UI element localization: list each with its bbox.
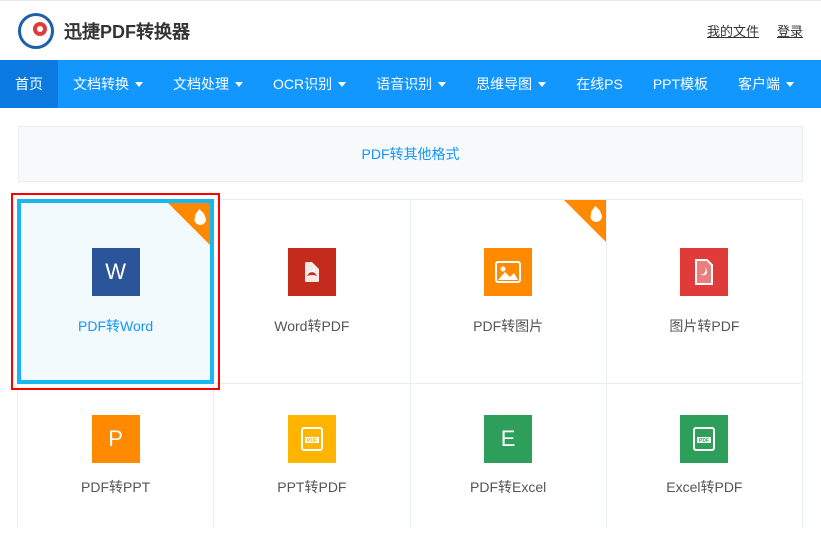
card-ppt-to-pdf[interactable]: PDF PPT转PDF xyxy=(213,383,410,528)
main: PDF转其他格式 W PDF转Word Word转PDF PDF转图片 图片转P xyxy=(0,108,821,546)
nav-home[interactable]: 首页 xyxy=(0,60,58,108)
icon-letter: P xyxy=(108,426,123,452)
card-label: PDF转Excel xyxy=(470,477,546,497)
nav-bar: 首页 文档转换 文档处理 OCR识别 语音识别 思维导图 在线PS PPT模板 … xyxy=(0,60,821,108)
svg-text:PDF: PDF xyxy=(307,438,317,444)
chevron-down-icon xyxy=(438,82,446,87)
hot-badge-icon xyxy=(168,203,210,245)
pdf-icon xyxy=(288,248,336,296)
nav-label: PPT模板 xyxy=(653,74,708,94)
nav-online-ps[interactable]: 在线PS xyxy=(561,60,638,108)
icon-letter: E xyxy=(501,426,516,452)
chevron-down-icon xyxy=(135,82,143,87)
nav-voice[interactable]: 语音识别 xyxy=(361,60,461,108)
nav-doc-convert[interactable]: 文档转换 xyxy=(58,60,158,108)
nav-label: 文档转换 xyxy=(73,74,129,94)
brand: 迅捷PDF转换器 xyxy=(18,13,190,49)
hot-badge-icon xyxy=(564,200,606,242)
nav-label: 思维导图 xyxy=(476,74,532,94)
nav-label: 客户端 xyxy=(738,74,780,94)
ppt-icon: P xyxy=(92,415,140,463)
image-icon xyxy=(484,248,532,296)
pdf-badge-icon: PDF xyxy=(288,415,336,463)
login-link[interactable]: 登录 xyxy=(777,21,803,40)
chevron-down-icon xyxy=(786,82,794,87)
card-grid-row2: P PDF转PPT PDF PPT转PDF E PDF转Excel PDF Ex… xyxy=(18,384,803,528)
my-files-link[interactable]: 我的文件 xyxy=(707,21,759,40)
nav-label: OCR识别 xyxy=(273,74,332,94)
card-word-to-pdf[interactable]: Word转PDF xyxy=(213,199,410,384)
card-pdf-to-image[interactable]: PDF转图片 xyxy=(410,199,607,384)
card-pdf-to-ppt[interactable]: P PDF转PPT xyxy=(17,383,214,528)
nav-ppt-template[interactable]: PPT模板 xyxy=(638,60,723,108)
brand-name: 迅捷PDF转换器 xyxy=(64,18,190,44)
card-label: 图片转PDF xyxy=(669,316,739,336)
pdf-badge-icon: PDF xyxy=(680,415,728,463)
chevron-down-icon xyxy=(538,82,546,87)
card-label: PDF转图片 xyxy=(473,316,543,336)
chevron-down-icon xyxy=(338,82,346,87)
nav-label: 文档处理 xyxy=(173,74,229,94)
nav-label: 首页 xyxy=(15,74,43,94)
category-bar[interactable]: PDF转其他格式 xyxy=(18,126,803,182)
header-links: 我的文件 登录 xyxy=(707,21,803,40)
card-label: PPT转PDF xyxy=(277,477,346,497)
card-excel-to-pdf[interactable]: PDF Excel转PDF xyxy=(606,383,803,528)
chevron-down-icon xyxy=(235,82,243,87)
card-label: PDF转Word xyxy=(78,316,153,336)
nav-label: 在线PS xyxy=(576,74,623,94)
card-pdf-to-excel[interactable]: E PDF转Excel xyxy=(410,383,607,528)
card-label: Excel转PDF xyxy=(666,477,742,497)
word-icon: W xyxy=(92,248,140,296)
card-grid: W PDF转Word Word转PDF PDF转图片 图片转PDF xyxy=(18,200,803,384)
nav-client[interactable]: 客户端 xyxy=(723,60,809,108)
card-label: PDF转PPT xyxy=(81,477,150,497)
card-label: Word转PDF xyxy=(274,316,349,336)
nav-doc-process[interactable]: 文档处理 xyxy=(158,60,258,108)
nav-mindmap[interactable]: 思维导图 xyxy=(461,60,561,108)
category-label: PDF转其他格式 xyxy=(362,144,460,164)
card-pdf-to-word[interactable]: W PDF转Word xyxy=(17,199,214,384)
logo-icon xyxy=(18,13,54,49)
nav-label: 语音识别 xyxy=(376,74,432,94)
excel-icon: E xyxy=(484,415,532,463)
svg-text:PDF: PDF xyxy=(699,438,709,444)
nav-ocr[interactable]: OCR识别 xyxy=(258,60,361,108)
pdf-file-icon xyxy=(680,248,728,296)
icon-letter: W xyxy=(105,259,126,285)
card-image-to-pdf[interactable]: 图片转PDF xyxy=(606,199,803,384)
header: 迅捷PDF转换器 我的文件 登录 xyxy=(0,0,821,60)
